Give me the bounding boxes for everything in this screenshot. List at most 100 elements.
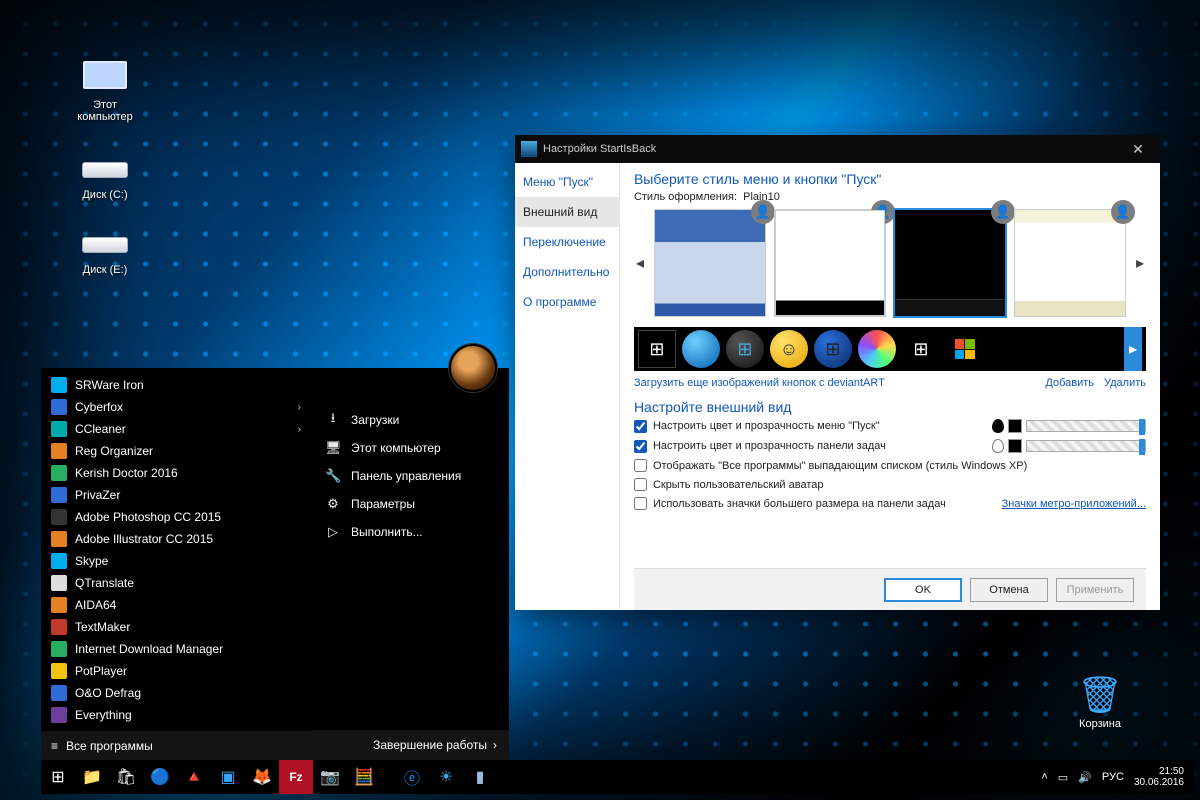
start-orb[interactable]: ☺ — [770, 330, 808, 368]
scroll-right-icon[interactable]: ▸ — [1134, 253, 1146, 273]
start-menu-item[interactable]: Cyberfox› — [41, 396, 311, 418]
checkbox[interactable] — [634, 459, 647, 472]
label: Все программы — [66, 739, 153, 753]
desktop-icon-this-pc[interactable]: Этот компьютер — [65, 55, 145, 123]
taskbar-app[interactable]: 📷 — [313, 760, 347, 794]
taskbar-app-calculator[interactable]: 🧮 — [347, 760, 381, 794]
taskbar-app[interactable]: 🔺 — [177, 760, 211, 794]
add-link[interactable]: Добавить — [1045, 377, 1094, 389]
taskbar: ⊞ 📁 🛍 🔵 🔺 ▣ 🦊 Fz 📷 🧮 ⓔ ☀ ▮ ˄ ▭ 🔊 РУС 21:… — [41, 760, 1194, 794]
style-card[interactable]: 👤 — [774, 209, 886, 317]
start-menu-item[interactable]: PotPlayer — [41, 660, 311, 682]
start-menu-item[interactable]: QTranslate — [41, 572, 311, 594]
app-icon — [51, 641, 67, 657]
sidebar-item[interactable]: О программе — [515, 287, 619, 317]
start-button[interactable]: ⊞ — [41, 760, 75, 794]
taskbar-app-startisback[interactable]: ▮ — [463, 760, 497, 794]
start-menu-item[interactable]: Skype — [41, 550, 311, 572]
titlebar[interactable]: Настройки StartIsBack ✕ — [515, 135, 1160, 163]
tray-chevron-icon[interactable]: ˄ — [1041, 771, 1047, 783]
start-menu-item[interactable]: Internet Download Manager — [41, 638, 311, 660]
start-orb[interactable]: ⊞ — [726, 330, 764, 368]
start-orb[interactable]: ⊞ — [814, 330, 852, 368]
start-menu-item[interactable]: O&O Defrag — [41, 682, 311, 704]
sidebar-item[interactable]: Дополнительно — [515, 257, 619, 287]
monitor-icon — [81, 55, 129, 95]
style-card[interactable]: 👤 — [654, 209, 766, 317]
shutdown-button[interactable]: Завершение работы › — [311, 730, 509, 760]
desktop-icon-recycle-bin[interactable]: Корзина — [1060, 674, 1140, 730]
checkbox[interactable] — [634, 497, 647, 510]
start-menu-item[interactable]: PrivaZer — [41, 484, 311, 506]
start-menu-system-item[interactable]: ⚙Параметры — [311, 490, 509, 518]
style-card[interactable]: 👤 — [1014, 209, 1126, 317]
close-button[interactable]: ✕ — [1122, 141, 1154, 158]
start-menu-system-item[interactable]: 🔧Панель управления — [311, 462, 509, 490]
desktop-icon-drive-e[interactable]: Диск (E:) — [65, 220, 145, 276]
user-avatar[interactable] — [449, 344, 497, 392]
sidebar-item[interactable]: Меню "Пуск" — [515, 167, 619, 197]
start-menu-system-item[interactable]: ▷Выполнить... — [311, 518, 509, 546]
cancel-button[interactable]: Отмена — [970, 578, 1048, 602]
taskbar-app-explorer[interactable]: 📁 — [75, 760, 109, 794]
taskbar-app-filezilla[interactable]: Fz — [279, 760, 313, 794]
taskbar-app-store[interactable]: 🛍 — [109, 760, 143, 794]
start-menu-item[interactable]: Adobe Photoshop CC 2015 — [41, 506, 311, 528]
menu-icon: ≡ — [51, 739, 58, 753]
tray-network-icon[interactable]: ▭ — [1058, 771, 1068, 784]
start-orb[interactable]: ⊞ — [902, 330, 940, 368]
checkbox[interactable] — [634, 478, 647, 491]
checkbox[interactable] — [634, 440, 647, 453]
opacity-slider[interactable] — [1026, 420, 1146, 432]
start-menu-system-item[interactable]: ⭳Загрузки — [311, 406, 509, 434]
sidebar-item[interactable]: Переключение — [515, 227, 619, 257]
taskbar-app[interactable]: ☀ — [429, 760, 463, 794]
apply-button[interactable]: Применить — [1056, 578, 1134, 602]
drive-icon — [81, 145, 129, 185]
scroll-left-icon[interactable]: ◂ — [634, 253, 646, 273]
delete-link[interactable]: Удалить — [1104, 377, 1146, 389]
start-menu-system-item[interactable]: 🖥Этот компьютер — [311, 434, 509, 462]
taskbar-app[interactable]: ▣ — [211, 760, 245, 794]
style-card[interactable]: 👤 — [894, 209, 1006, 317]
ok-button[interactable]: OK — [884, 578, 962, 602]
drop-icon[interactable] — [992, 419, 1004, 433]
tray-language[interactable]: РУС — [1102, 771, 1124, 783]
start-orb[interactable] — [682, 330, 720, 368]
start-menu-item[interactable]: Kerish Doctor 2016 — [41, 462, 311, 484]
scroll-right-icon[interactable]: ▸ — [1124, 327, 1142, 371]
deviantart-link[interactable]: Загрузить еще изображений кнопок с devia… — [634, 377, 885, 389]
tray-volume-icon[interactable]: 🔊 — [1078, 771, 1092, 784]
color-swatch[interactable] — [1008, 439, 1022, 453]
app-icon — [51, 421, 67, 437]
metro-icons-link[interactable]: Значки метро-приложений... — [1002, 498, 1146, 510]
start-menu-item[interactable]: TextMaker — [41, 616, 311, 638]
start-menu-item[interactable]: Everything — [41, 704, 311, 726]
start-menu-item[interactable]: Adobe Illustrator CC 2015 — [41, 528, 311, 550]
taskbar-app[interactable]: 🦊 — [245, 760, 279, 794]
desktop-icon-drive-c[interactable]: Диск (C:) — [65, 145, 145, 201]
app-icon — [51, 597, 67, 613]
opacity-slider[interactable] — [1026, 440, 1146, 452]
sidebar-item[interactable]: Внешний вид — [515, 197, 619, 227]
checkbox[interactable] — [634, 420, 647, 433]
drive-icon — [81, 220, 129, 260]
start-menu-item[interactable]: AIDA64 — [41, 594, 311, 616]
start-menu-item[interactable]: Reg Organizer — [41, 440, 311, 462]
start-orb[interactable]: ⊞ — [638, 330, 676, 368]
chevron-right-icon: › — [298, 402, 301, 413]
start-orb[interactable] — [946, 330, 984, 368]
start-orb[interactable] — [858, 330, 896, 368]
drop-icon[interactable] — [992, 439, 1004, 453]
all-programs[interactable]: ≡ Все программы — [41, 730, 311, 760]
app-icon — [51, 487, 67, 503]
start-menu-item[interactable]: CCleaner› — [41, 418, 311, 440]
label: Параметры — [351, 497, 415, 511]
label: Выполнить... — [351, 525, 423, 539]
tray-clock[interactable]: 21:50 30.06.2016 — [1134, 766, 1184, 789]
start-menu-item[interactable]: SRWare Iron — [41, 374, 311, 396]
taskbar-app[interactable]: 🔵 — [143, 760, 177, 794]
system-icon: 🖥 — [325, 440, 341, 456]
color-swatch[interactable] — [1008, 419, 1022, 433]
taskbar-app-edge[interactable]: ⓔ — [395, 760, 429, 794]
